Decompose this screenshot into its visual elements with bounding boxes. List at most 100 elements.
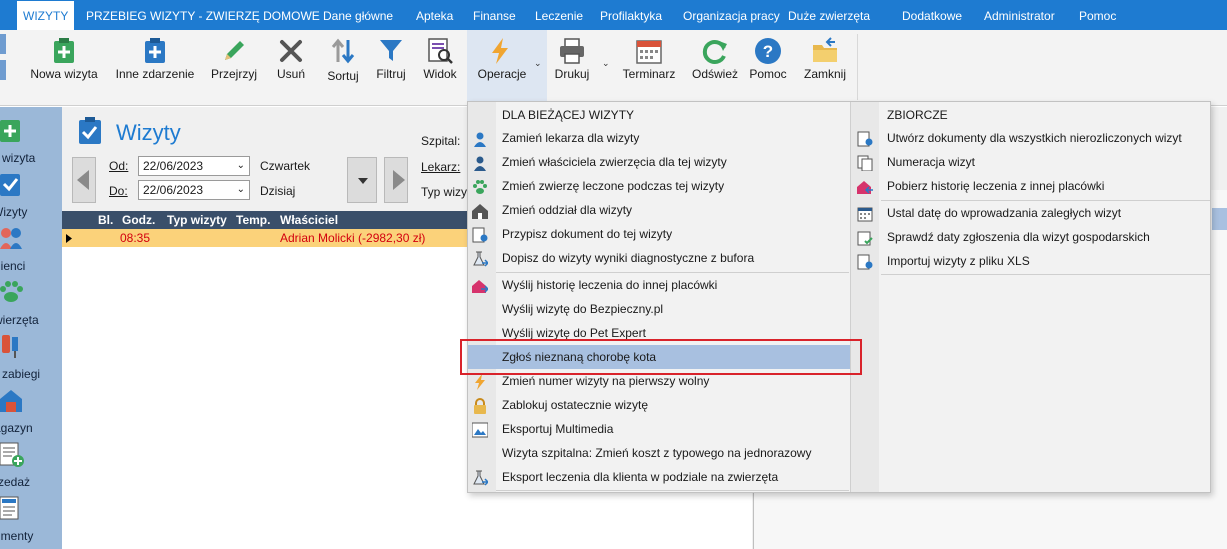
menu-item-zmien-numer[interactable]: Zmień numer wizyty na pierwszy wolny xyxy=(468,369,850,393)
menu-item-numeracja[interactable]: Numeracja wizyt xyxy=(853,150,1210,174)
typ-wizyt-label: Typ wizyt xyxy=(421,185,471,199)
menu-item-wyslij-historie[interactable]: Wyślij historię leczenia do innej placów… xyxy=(468,273,850,297)
triangle-down-icon xyxy=(358,178,368,184)
nav-item-dokumenty[interactable]: umenty xyxy=(0,493,62,547)
widok-button[interactable]: Widok xyxy=(418,30,462,106)
nav-item-klienci[interactable]: lienci xyxy=(0,223,62,277)
menu-item-przypisz-dokument[interactable]: Przypisz dokument do tej wizyty xyxy=(468,222,850,246)
pomoc-button[interactable]: ? Pomoc xyxy=(745,30,791,106)
filtruj-button[interactable]: Filtruj xyxy=(370,30,412,106)
add-visit-icon xyxy=(54,38,74,63)
menu-tab-duze-zwierzeta[interactable]: Duże zwierzęta xyxy=(788,0,870,30)
chevron-down-icon: ⌄ xyxy=(236,160,245,171)
col-wlasciciel[interactable]: Właściciel xyxy=(276,211,476,229)
image-icon xyxy=(472,422,488,438)
usun-button[interactable]: Usuń xyxy=(268,30,314,106)
menu-item-ustal-date[interactable]: Ustal datę do wprowadzania zaległych wiz… xyxy=(853,201,1210,225)
menu-tab-dodatkowe[interactable]: Dodatkowe xyxy=(902,0,962,30)
row-pointer-icon xyxy=(66,234,72,243)
date-range-dropdown-button[interactable] xyxy=(347,157,377,203)
col-bl[interactable]: Bl. xyxy=(94,211,120,229)
col-temp[interactable]: Temp. xyxy=(232,211,276,229)
menu-item-wizyta-szpitalna[interactable]: Wizyta szpitalna: Zmień koszt z typowego… xyxy=(468,441,850,465)
nav-item-zwierzeta[interactable]: wierzęta xyxy=(0,277,62,331)
menu-item-pobierz-historie[interactable]: Pobierz historię leczenia z innej placów… xyxy=(853,174,1210,198)
menu-tab-przebieg-wizyty[interactable]: PRZEBIEG WIZYTY - ZWIERZĘ DOMOWE xyxy=(86,0,320,30)
inne-zdarzenie-button[interactable]: Inne zdarzenie xyxy=(110,30,200,106)
menu-tab-organizacja-pracy[interactable]: Organizacja pracy xyxy=(683,0,780,30)
sortuj-button[interactable]: Sortuj xyxy=(320,30,366,106)
col-godz[interactable]: Godz. xyxy=(118,211,160,229)
nav-item-wizyty[interactable]: Wizyty xyxy=(0,169,62,223)
menu-item-eksportuj-multimedia[interactable]: Eksportuj Multimedia xyxy=(468,417,850,441)
menu-item-utworz-dokumenty[interactable]: Utwórz dokumenty dla wszystkich nierozli… xyxy=(853,126,1210,150)
date-to-input[interactable]: 22/06/2023 ⌄ xyxy=(138,180,250,200)
chevron-down-icon: ⌄ xyxy=(236,184,245,195)
menu-item-eksport-leczenia[interactable]: Eksport leczenia dla klienta w podziale … xyxy=(468,465,850,489)
flask-arrow-icon xyxy=(473,470,488,486)
menu-item-zglos-chorobe-kota[interactable]: Zgłoś nieznaną chorobę kota xyxy=(468,345,850,369)
cell-wlasciciel: Adrian Molicki (-2982,30 zł) xyxy=(280,231,426,245)
menu-tab-leczenie[interactable]: Leczenie xyxy=(535,0,583,30)
menu-tab-apteka[interactable]: Apteka xyxy=(416,0,453,30)
operacje-dropdown-menu: DLA BIEŻĄCEJ WIZYTY ZBIORCZE Zamień leka… xyxy=(467,101,1211,493)
menu-item-zmien-wlasciciela[interactable]: Zmień właściciela zwierzęcia dla tej wiz… xyxy=(468,150,850,174)
menu-item-dopisz-wyniki[interactable]: Dopisz do wizyty wyniki diagnostyczne z … xyxy=(468,246,850,270)
odswiez-button[interactable]: Odśwież xyxy=(690,30,740,106)
checklist-icon xyxy=(0,174,20,196)
date-from-input[interactable]: 22/06/2023 ⌄ xyxy=(138,156,250,176)
menu-tab-profilaktyka[interactable]: Profilaktyka xyxy=(600,0,662,30)
selected-item-edge xyxy=(1212,208,1227,230)
syringe-icon xyxy=(2,335,18,358)
svg-text:?: ? xyxy=(763,42,773,61)
document-gear-icon xyxy=(857,254,873,270)
refresh-icon xyxy=(702,40,727,64)
calendar-icon xyxy=(636,40,662,64)
menu-item-zablokuj[interactable]: Zablokuj ostatecznie wizytę xyxy=(468,393,850,417)
menu-item-sprawdz-daty[interactable]: Sprawdź daty zgłoszenia dla wizyt gospod… xyxy=(853,225,1210,249)
przejrzyj-button[interactable]: Przejrzyj xyxy=(207,30,261,106)
szpital-label: Szpital: xyxy=(421,134,461,148)
nowa-wizyta-button[interactable]: Nowa wizyta xyxy=(24,30,104,106)
help-icon: ? xyxy=(755,38,781,64)
drukuj-button[interactable]: Drukuj ⌄ xyxy=(550,30,612,106)
warehouse-icon xyxy=(0,390,22,412)
menu-tab-finanse[interactable]: Finanse xyxy=(473,0,516,30)
lock-icon xyxy=(474,398,486,414)
next-date-button[interactable] xyxy=(384,157,408,203)
menu-separator xyxy=(881,274,1210,275)
menu-item-zmien-zwierze[interactable]: Zmień zwierzę leczone podczas tej wizyty xyxy=(468,174,850,198)
menu-tab-administrator[interactable]: Administrator xyxy=(984,0,1055,30)
menu-item-zmien-oddzial[interactable]: Zmień oddział dla wizyty xyxy=(468,198,850,222)
col-typ-wizyty[interactable]: Typ wizyty xyxy=(163,211,231,229)
nav-item-magazyn[interactable]: agazyn xyxy=(0,385,62,439)
arrow-left-icon xyxy=(77,170,89,190)
paw-icon xyxy=(473,180,487,194)
menu-item-zamien-lekarza[interactable]: Zamień lekarza dla wizyty xyxy=(468,126,850,150)
nav-item-sprzedaz[interactable]: rzedaż xyxy=(0,439,62,493)
menu-separator xyxy=(496,490,849,491)
zamknij-button[interactable]: Zamknij xyxy=(798,30,852,106)
menu-item-wyslij-bezpieczny[interactable]: Wyślij wizytę do Bezpieczny.pl xyxy=(468,297,850,321)
ribbon-separator xyxy=(857,34,858,100)
od-label: Od: xyxy=(109,159,129,173)
menu-item-wyslij-pet-expert[interactable]: Wyślij wizytę do Pet Expert xyxy=(468,321,850,345)
lightning-icon xyxy=(475,374,485,390)
menu-bar: WIZYTY PRZEBIEG WIZYTY - ZWIERZĘ DOMOWE … xyxy=(0,0,1227,30)
chevron-down-icon: ⌄ xyxy=(602,58,610,68)
nav-item-leki-i-zabiegi[interactable]: i zabiegi xyxy=(0,331,62,385)
terminarz-button[interactable]: Terminarz xyxy=(618,30,680,106)
menu-tab-pomoc[interactable]: Pomoc xyxy=(1079,0,1116,30)
menu-tab-wizyty[interactable]: WIZYTY xyxy=(16,0,76,30)
house-send-icon xyxy=(472,280,488,293)
ribbon-edge-handle xyxy=(0,60,6,80)
document-gear-icon xyxy=(472,227,488,243)
prev-date-button[interactable] xyxy=(72,157,96,203)
nav-item-nowa-wizyta[interactable]: a wizyta xyxy=(0,115,62,169)
cell-godz: 08:35 xyxy=(120,231,151,245)
do-label: Do: xyxy=(109,184,128,198)
lekarz-label: Lekarz: xyxy=(421,160,461,174)
menu-item-importuj-xls[interactable]: Importuj wizyty z pliku XLS xyxy=(853,249,1210,273)
ribbon-edge-handle xyxy=(0,34,6,54)
menu-tab-dane-glowne[interactable]: Dane główne xyxy=(323,0,393,30)
